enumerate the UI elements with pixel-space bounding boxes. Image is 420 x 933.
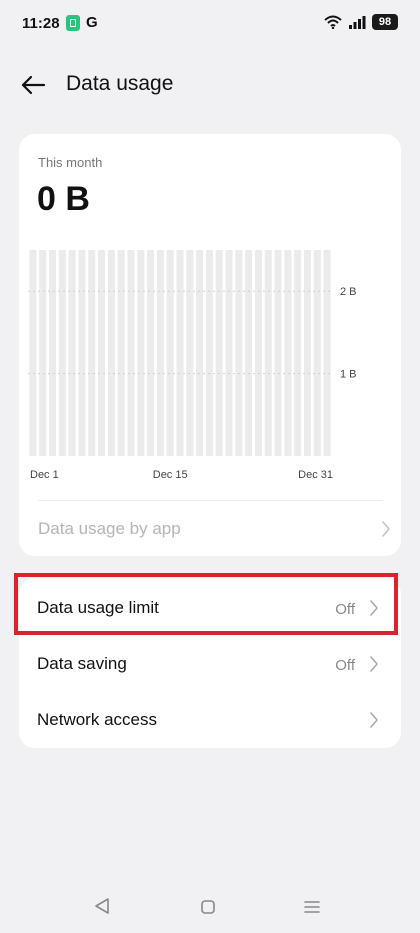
data-usage-limit-value: Off (335, 601, 355, 618)
chart-bar (274, 250, 282, 456)
chart-xtick-label: Dec 31 (298, 469, 333, 481)
status-bar: 11:28 G 98 (0, 0, 420, 48)
chart-bar (48, 250, 57, 456)
arrow-left-icon[interactable] (20, 74, 46, 96)
data-saving-row[interactable]: Data saving Off (19, 636, 401, 692)
chart-bar (117, 250, 125, 456)
nav-home-icon[interactable] (200, 899, 216, 915)
chart-bar (166, 250, 174, 456)
chart-bar (107, 250, 115, 456)
chart-bar (186, 250, 194, 456)
data-usage-limit-row[interactable]: Data usage limit Off (19, 580, 401, 636)
chevron-right-icon (382, 521, 390, 537)
settings-card: Data usage limit Off Data saving Off Net… (19, 578, 401, 748)
wifi-icon (324, 15, 342, 29)
chart-bar (284, 250, 292, 456)
chart-bar (264, 250, 272, 456)
status-time: 11:28 (22, 15, 60, 32)
google-icon: G (86, 14, 98, 31)
data-saving-label: Data saving (37, 654, 127, 673)
chart-bar (39, 250, 47, 456)
data-usage-by-app-row[interactable]: Data usage by app (38, 500, 390, 557)
chart-bar (225, 250, 233, 456)
app-header: Data usage (0, 60, 420, 110)
chart-bar (58, 250, 66, 456)
chart-bar (294, 250, 302, 456)
battery-icon: 98 (372, 14, 398, 30)
network-access-row[interactable]: Network access (19, 692, 401, 748)
chart-bar (254, 250, 262, 456)
chart-ytick-label: 1 B (340, 369, 357, 381)
battery-saver-icon (66, 14, 80, 31)
chart-bar (127, 250, 135, 456)
status-left-icons: G (66, 14, 98, 31)
chevron-right-icon (370, 600, 378, 616)
signal-icon (349, 16, 366, 29)
chart-bar (176, 250, 184, 456)
chevron-right-icon (370, 712, 378, 728)
chart-bar (313, 250, 321, 456)
network-access-label: Network access (37, 710, 157, 729)
chart-bar (98, 250, 106, 456)
chart-xtick-label: Dec 1 (30, 469, 59, 481)
chart-bar (323, 250, 331, 456)
status-right-icons: 98 (324, 14, 398, 30)
chart-bar (205, 250, 213, 456)
chart-bar (88, 250, 96, 456)
data-usage-limit-label: Data usage limit (37, 598, 159, 617)
chart-bar (215, 250, 223, 456)
chart-bar (303, 250, 312, 456)
chevron-right-icon (370, 656, 378, 672)
system-nav-bar (0, 880, 420, 933)
usage-card: This month 0 B 2 B 1 B Dec 1 Dec 15 Dec 31 D… (19, 134, 401, 556)
chart-bar (147, 250, 155, 456)
nav-menu-icon[interactable] (303, 900, 321, 914)
nav-back-icon[interactable] (94, 897, 110, 915)
page-title: Data usage (66, 72, 174, 95)
chart-bar (245, 250, 253, 456)
usage-total: 0 B (37, 180, 90, 218)
chart-bar (137, 250, 145, 456)
chart-bar (196, 250, 204, 456)
chart-xtick-label: Dec 15 (153, 469, 188, 481)
chart-ytick-label: 2 B (340, 286, 357, 298)
chart-bar (156, 250, 164, 456)
chart-bar (78, 250, 86, 456)
chart-bar (235, 250, 243, 456)
usage-chart: 2 B 1 B Dec 1 Dec 15 Dec 31 (28, 250, 357, 481)
chart-bar (29, 250, 37, 456)
data-usage-by-app-label: Data usage by app (38, 519, 181, 538)
data-saving-value: Off (335, 657, 355, 674)
period-label: This month (38, 155, 103, 170)
chart-bar (68, 250, 76, 456)
